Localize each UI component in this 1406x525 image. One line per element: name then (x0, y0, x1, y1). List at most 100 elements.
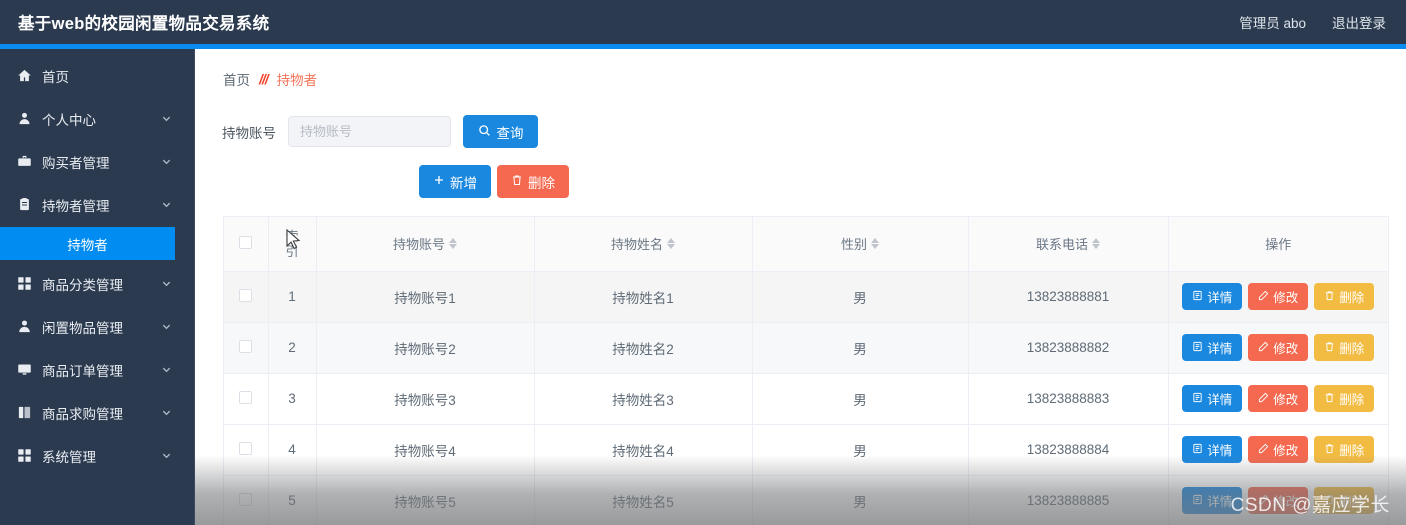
cell-account: 持物账号2 (316, 322, 535, 374)
slash-separator-icon: /// (259, 71, 269, 87)
cell-gender: 男 (752, 424, 969, 476)
trash-icon (1324, 392, 1335, 406)
sidebar-item-label: 系统管理 (42, 449, 96, 465)
sidebar-item-idle-goods-management[interactable]: 闲置物品管理 (0, 310, 194, 343)
add-button[interactable]: 新增 (419, 165, 491, 198)
edit-button[interactable]: 修改 (1248, 385, 1309, 412)
delete-button-label: 删除 (528, 175, 555, 191)
cell-index: 5 (268, 475, 317, 525)
column-header-name[interactable]: 持物姓名 (534, 217, 753, 272)
cell-account: 持物账号3 (316, 373, 535, 425)
briefcase-icon (16, 153, 33, 170)
column-header-gender[interactable]: 性别 (752, 217, 969, 272)
sidebar-item-holder-management[interactable]: 持物者管理 (0, 188, 194, 221)
select-all-checkbox[interactable] (239, 235, 253, 249)
sidebar-item-personal-center[interactable]: 个人中心 (0, 102, 194, 135)
cell-name: 持物姓名2 (534, 322, 753, 374)
sidebar-item-label: 首页 (42, 69, 69, 85)
row-checkbox[interactable] (239, 288, 253, 302)
delete-row-button[interactable]: 删除 (1314, 385, 1375, 412)
logout-button[interactable]: 退出登录 (1332, 12, 1386, 32)
search-field-label: 持物账号 (222, 125, 276, 141)
pencil-icon (1258, 290, 1269, 304)
sidebar-item-label: 商品订单管理 (42, 363, 123, 379)
cell-account: 持物账号1 (316, 271, 535, 323)
delete-row-button[interactable]: 删除 (1314, 487, 1375, 514)
edit-button[interactable]: 修改 (1248, 334, 1309, 361)
table-row[interactable]: 5 持物账号5 持物姓名5 男 13823888885 详情 修改 删除 (224, 475, 1388, 525)
sort-icon[interactable] (1092, 238, 1100, 250)
column-header-actions: 操作 (1168, 217, 1388, 272)
sidebar-item-product-purchase-management[interactable]: 商品求购管理 (0, 396, 194, 429)
grid-icon (16, 447, 33, 464)
table-row[interactable]: 2 持物账号2 持物姓名2 男 13823888882 详情 修改 删除 (224, 322, 1388, 374)
chevron-down-icon (160, 113, 172, 125)
detail-button-label: 详情 (1207, 342, 1233, 356)
cell-phone: 13823888881 (968, 271, 1169, 323)
delete-row-button-label: 删除 (1339, 495, 1365, 509)
cell-actions: 详情 修改 删除 (1168, 424, 1388, 476)
edit-button-label: 修改 (1273, 393, 1299, 407)
row-checkbox[interactable] (239, 390, 253, 404)
column-header-account[interactable]: 持物账号 (316, 217, 535, 272)
row-select-cell (224, 271, 269, 323)
delete-row-button[interactable]: 删除 (1314, 334, 1375, 361)
admin-user-label[interactable]: 管理员 abo (1239, 12, 1306, 32)
sort-icon[interactable] (871, 238, 879, 250)
cell-phone: 13823888882 (968, 322, 1169, 374)
column-header-phone[interactable]: 联系电话 (968, 217, 1169, 272)
delete-row-button[interactable]: 删除 (1314, 283, 1375, 310)
table-header-row: 索引 持物账号 持物姓名 性别 联系电话 操作 (224, 217, 1388, 272)
delete-button[interactable]: 删除 (497, 165, 569, 198)
column-header-label: 联系电话 (1035, 237, 1088, 253)
edit-button[interactable]: 修改 (1248, 487, 1309, 514)
main-content: 首页 /// 持物者 持物账号 查询 新增 (195, 49, 1406, 525)
row-checkbox[interactable] (239, 441, 253, 455)
cell-actions: 详情 修改 删除 (1168, 475, 1388, 525)
trash-icon (1324, 341, 1335, 355)
breadcrumb-home[interactable]: 首页 (223, 69, 250, 89)
chevron-down-icon (160, 199, 172, 211)
sidebar-subitem-holder[interactable]: 持物者 (0, 227, 175, 260)
chevron-down-icon (160, 321, 172, 333)
edit-button[interactable]: 修改 (1248, 436, 1309, 463)
cell-name: 持物姓名3 (534, 373, 753, 425)
detail-button[interactable]: 详情 (1182, 436, 1243, 463)
sidebar-item-buyer-management[interactable]: 购买者管理 (0, 145, 194, 178)
edit-button-label: 修改 (1273, 342, 1299, 356)
sidebar-item-system-management[interactable]: 系统管理 (0, 439, 194, 472)
delete-row-button-label: 删除 (1339, 444, 1365, 458)
delete-row-button-label: 删除 (1339, 291, 1365, 305)
table-row[interactable]: 3 持物账号3 持物姓名3 男 13823888883 详情 修改 删除 (224, 373, 1388, 425)
plus-icon (433, 174, 445, 189)
column-header-label: 持物账号 (392, 237, 445, 253)
sidebar-item-product-order-management[interactable]: 商品订单管理 (0, 353, 194, 386)
sidebar-item-label: 购买者管理 (42, 155, 110, 171)
sidebar-item-home[interactable]: 首页 (0, 59, 194, 92)
holders-table: 索引 持物账号 持物姓名 性别 联系电话 操作 1 持物账号1 持物姓名1 男 … (224, 217, 1388, 525)
query-button-label: 查询 (496, 125, 524, 141)
sort-icon[interactable] (667, 238, 675, 250)
detail-button[interactable]: 详情 (1182, 385, 1243, 412)
chevron-down-icon (160, 407, 172, 419)
table-row[interactable]: 4 持物账号4 持物姓名4 男 13823888884 详情 修改 删除 (224, 424, 1388, 476)
row-checkbox[interactable] (239, 492, 253, 506)
detail-button[interactable]: 详情 (1182, 283, 1243, 310)
sidebar-item-product-category-management[interactable]: 商品分类管理 (0, 267, 194, 300)
delete-row-button[interactable]: 删除 (1314, 436, 1375, 463)
edit-button-label: 修改 (1273, 291, 1299, 305)
cell-gender: 男 (752, 373, 969, 425)
table-row[interactable]: 1 持物账号1 持物姓名1 男 13823888881 详情 修改 删除 (224, 271, 1388, 323)
search-form: 持物账号 查询 (195, 89, 1406, 148)
row-checkbox[interactable] (239, 339, 253, 353)
detail-button[interactable]: 详情 (1182, 334, 1243, 361)
search-input[interactable] (288, 116, 451, 147)
detail-icon (1192, 341, 1203, 355)
column-header-label: 持物姓名 (610, 237, 663, 253)
sort-icon[interactable] (449, 238, 457, 250)
cell-phone: 13823888884 (968, 424, 1169, 476)
grid-icon (16, 275, 33, 292)
query-button[interactable]: 查询 (463, 115, 538, 148)
detail-button[interactable]: 详情 (1182, 487, 1243, 514)
edit-button[interactable]: 修改 (1248, 283, 1309, 310)
